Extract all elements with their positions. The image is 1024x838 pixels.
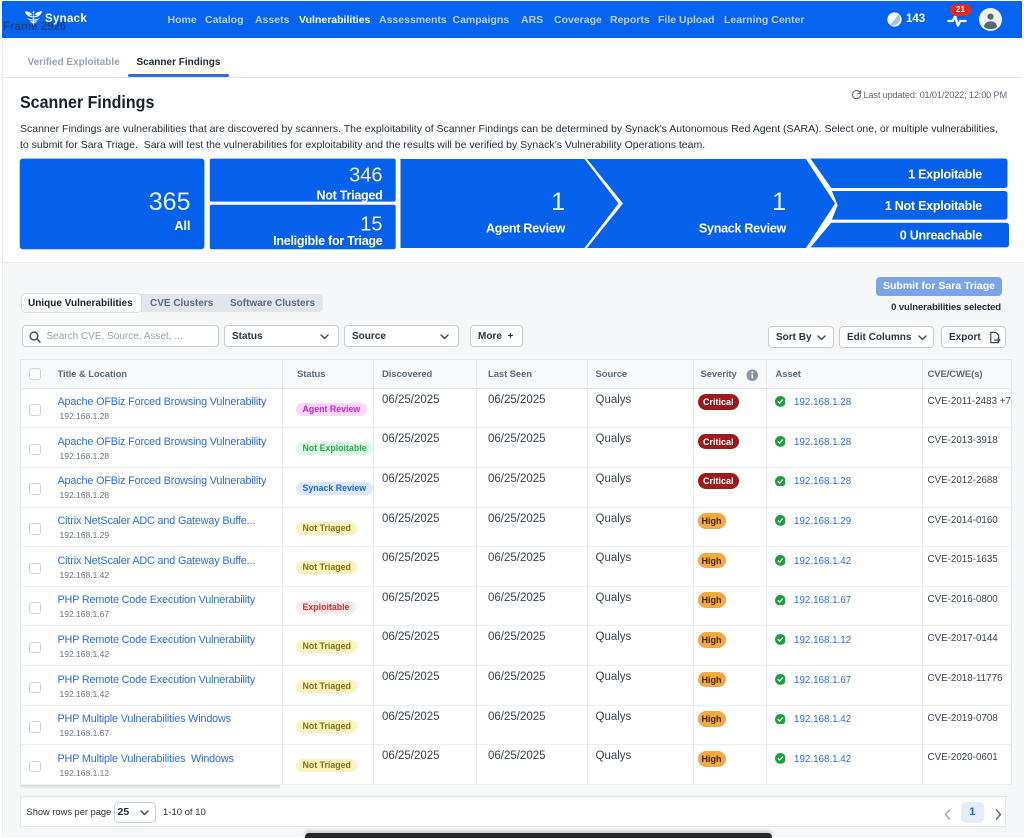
svg-text:15: 15 <box>360 214 382 236</box>
svg-text:Synack Review: Synack Review <box>699 222 787 236</box>
svg-text:1: 1 <box>551 188 565 216</box>
svg-text:1 Not Exploitable: 1 Not Exploitable <box>885 199 982 213</box>
svg-text:Agent Review: Agent Review <box>486 222 565 236</box>
svg-text:Not Triaged: Not Triaged <box>316 188 382 202</box>
svg-text:0 Unreachable: 0 Unreachable <box>900 229 983 243</box>
svg-text:346: 346 <box>349 164 382 186</box>
svg-text:1 Exploitable: 1 Exploitable <box>908 167 982 181</box>
svg-text:1: 1 <box>772 188 786 216</box>
svg-text:All: All <box>175 219 191 233</box>
svg-text:Ineligible for Triage: Ineligible for Triage <box>273 234 383 248</box>
svg-text:365: 365 <box>149 188 191 216</box>
